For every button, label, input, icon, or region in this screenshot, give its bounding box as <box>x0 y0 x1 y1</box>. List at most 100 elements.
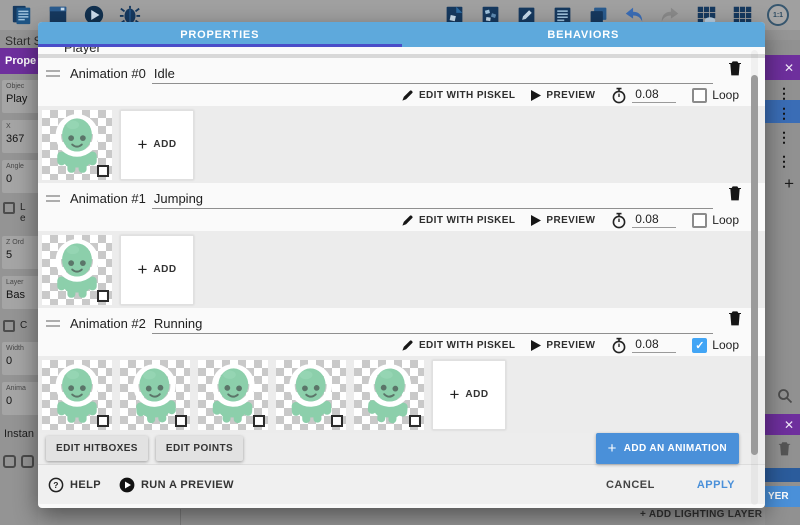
edit-with-piskel-button[interactable]: EDIT WITH PISKEL <box>401 339 515 352</box>
animation-frame-thumbnail[interactable] <box>42 360 112 430</box>
time-between-frames-field[interactable]: 0.08 <box>611 337 676 354</box>
scrollbar-thumb[interactable] <box>751 75 758 455</box>
plus-icon: + <box>137 260 147 280</box>
frame-select-checkbox[interactable] <box>253 415 265 427</box>
frame-select-checkbox[interactable] <box>97 415 109 427</box>
object-name-field[interactable]: Player <box>38 47 765 58</box>
delete-layer-icon[interactable] <box>777 440 792 462</box>
loop-checkbox[interactable] <box>692 213 707 228</box>
plus-icon: + <box>608 440 617 457</box>
loop-toggle[interactable]: Loop <box>692 338 739 353</box>
width-property[interactable]: Width 0 <box>2 342 38 375</box>
layers-panel-header: ✕ <box>765 55 800 80</box>
frame-select-checkbox[interactable] <box>175 415 187 427</box>
preview-button[interactable]: PREVIEW <box>531 215 595 226</box>
layer-menu-icon[interactable]: ⋮ <box>777 106 791 120</box>
frame-select-checkbox[interactable] <box>97 165 109 177</box>
time-between-frames-field[interactable]: 0.08 <box>611 212 676 229</box>
animation-frame-thumbnail[interactable] <box>42 235 112 305</box>
add-layer-button[interactable]: YER <box>765 486 800 507</box>
edit-points-button[interactable]: EDIT POINTS <box>156 436 243 461</box>
time-between-frames-field[interactable]: 0.08 <box>611 87 676 104</box>
checkbox-icon[interactable] <box>3 202 15 214</box>
loop-checkbox[interactable] <box>692 338 707 353</box>
drag-handle-icon[interactable] <box>46 70 60 77</box>
variable-action-icon[interactable] <box>3 455 16 468</box>
animation-title: Animation #1 <box>70 191 146 206</box>
edit-hitboxes-button[interactable]: EDIT HITBOXES <box>46 436 148 461</box>
drag-handle-icon[interactable] <box>46 320 60 327</box>
layer-menu-icon[interactable]: ⋮ <box>777 130 791 144</box>
scene-tab[interactable]: Start S <box>5 34 38 48</box>
instance-properties-panel: Start S Prope Objec Play X 367 Angle 0 L… <box>0 30 38 525</box>
search-icon[interactable] <box>777 388 793 409</box>
layers-panel: ✕ ⋮ ⋮ ⋮ ⋮ + ✕ YER <box>765 40 800 525</box>
layer-menu-icon[interactable]: ⋮ <box>777 154 791 168</box>
frame-select-checkbox[interactable] <box>97 290 109 302</box>
add-animation-button[interactable]: + ADD AN ANIMATION <box>596 433 739 464</box>
animation-property[interactable]: Anima 0 <box>2 382 38 415</box>
edit-with-piskel-button[interactable]: EDIT WITH PISKEL <box>401 214 515 227</box>
add-icon[interactable]: + <box>784 174 794 194</box>
loop-toggle[interactable]: Loop <box>692 88 739 103</box>
add-frame-button[interactable]: + ADD <box>120 235 194 305</box>
stopwatch-icon <box>611 337 627 354</box>
add-lighting-layer-button[interactable]: + ADD LIGHTING LAYER <box>640 509 800 525</box>
delete-animation-button[interactable] <box>727 309 743 332</box>
play-icon <box>531 215 541 226</box>
animation-frame-thumbnail[interactable] <box>198 360 268 430</box>
animation-name-input[interactable]: Jumping <box>152 191 713 209</box>
dialog-scrollbar[interactable] <box>751 50 758 505</box>
layer-property[interactable]: Layer Bas <box>2 276 38 309</box>
zoom-one-to-one-icon[interactable]: 1:1 <box>766 3 790 27</box>
animation-frame-thumbnail[interactable] <box>276 360 346 430</box>
drag-handle-icon[interactable] <box>46 195 60 202</box>
delete-animation-button[interactable] <box>727 59 743 82</box>
animation-name-input[interactable]: Idle <box>152 66 713 84</box>
delete-animation-button[interactable] <box>727 184 743 207</box>
animation-frame-thumbnail[interactable] <box>120 360 190 430</box>
properties-panel-header: Prope <box>0 48 38 74</box>
close-icon[interactable]: ✕ <box>784 418 794 432</box>
custom-size-checkbox-row[interactable]: C <box>3 320 27 332</box>
svg-text:?: ? <box>53 480 59 490</box>
frame-select-checkbox[interactable] <box>409 415 421 427</box>
lock-checkbox-row[interactable]: Le <box>3 202 26 224</box>
add-frame-button[interactable]: + ADD <box>120 110 194 180</box>
loop-checkbox[interactable] <box>692 88 707 103</box>
plus-icon: + <box>449 385 459 405</box>
project-manager-icon[interactable] <box>10 3 34 27</box>
stopwatch-icon <box>611 212 627 229</box>
plus-icon: + <box>137 135 147 155</box>
layer-menu-icon[interactable]: ⋮ <box>777 86 791 100</box>
checkbox-icon[interactable] <box>3 320 15 332</box>
preview-button[interactable]: PREVIEW <box>531 90 595 101</box>
edit-with-piskel-button[interactable]: EDIT WITH PISKEL <box>401 89 515 102</box>
play-circle-icon <box>119 477 135 493</box>
cancel-button[interactable]: CANCEL <box>606 479 655 491</box>
preview-button[interactable]: PREVIEW <box>531 340 595 351</box>
animation-frame-thumbnail[interactable] <box>354 360 424 430</box>
frame-select-checkbox[interactable] <box>331 415 343 427</box>
brush-icon <box>401 339 414 352</box>
frames-strip: + ADD <box>38 231 765 308</box>
tab-behaviors[interactable]: BEHAVIORS <box>402 22 766 47</box>
panel-header: ✕ <box>765 414 800 435</box>
help-button[interactable]: ? HELP <box>48 477 101 493</box>
close-icon[interactable]: ✕ <box>784 61 794 75</box>
x-property[interactable]: X 367 <box>2 120 38 153</box>
object-name-property[interactable]: Objec Play <box>2 80 38 113</box>
loop-toggle[interactable]: Loop <box>692 213 739 228</box>
add-frame-button[interactable]: + ADD <box>432 360 506 430</box>
animation-frame-thumbnail[interactable] <box>42 110 112 180</box>
variable-action-icon[interactable] <box>21 455 34 468</box>
z-order-property[interactable]: Z Ord 5 <box>2 236 38 269</box>
frames-strip: + ADD <box>38 106 765 183</box>
animation-section-0: Animation #0 Idle EDIT WITH PISKEL PREVI… <box>38 58 765 183</box>
run-a-preview-button[interactable]: RUN A PREVIEW <box>119 477 234 493</box>
animation-title: Animation #2 <box>70 316 146 331</box>
angle-property[interactable]: Angle 0 <box>2 160 38 193</box>
animation-name-input[interactable]: Running <box>152 316 713 334</box>
layer-row-highlight[interactable] <box>765 468 800 482</box>
apply-button[interactable]: APPLY <box>697 479 735 491</box>
